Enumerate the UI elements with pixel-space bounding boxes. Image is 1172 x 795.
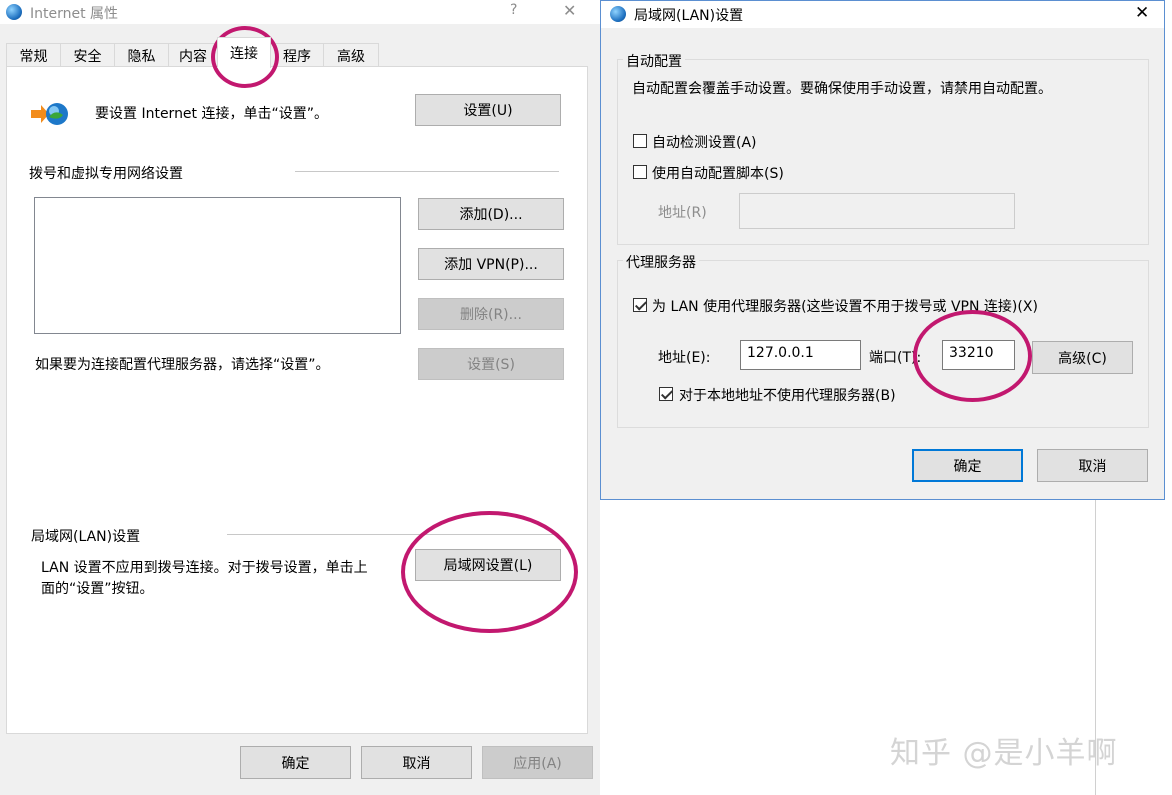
use-proxy-checkbox[interactable] xyxy=(633,298,647,312)
tab-label: 常规 xyxy=(19,48,48,65)
auto-detect-checkbox[interactable] xyxy=(633,134,647,148)
bypass-local-label: 对于本地地址不使用代理服务器(B) xyxy=(679,388,896,404)
add-vpn-button[interactable]: 添加 VPN(P)... xyxy=(418,248,564,280)
tab-programs[interactable]: 程序 xyxy=(270,43,324,67)
tab-label: 程序 xyxy=(283,48,311,65)
script-address-input[interactable] xyxy=(739,193,1015,229)
dialup-section-title: 拨号和虚拟专用网络设置 xyxy=(29,166,183,182)
button-label: 取消 xyxy=(402,755,431,772)
script-address-label: 地址(R) xyxy=(658,205,707,221)
tab-label: 高级 xyxy=(337,48,365,65)
lan-info-line2: 面的“设置”按钮。 xyxy=(41,581,154,597)
internet-properties-dialog: Internet 属性 ? ✕ 常规 安全 隐私 内容 连接 程序 高级 要设置… xyxy=(0,0,600,795)
connections-panel: 要设置 Internet 连接，单击“设置”。 设置(U) 拨号和虚拟专用网络设… xyxy=(6,66,588,734)
button-label: 局域网设置(L) xyxy=(443,558,533,574)
button-label: 设置(U) xyxy=(463,103,513,119)
proxy-address-input[interactable]: 127.0.0.1 xyxy=(740,340,861,370)
button-label: 确定 xyxy=(281,755,310,772)
remove-button[interactable]: 删除(R)... xyxy=(418,298,564,330)
button-label: 添加(D)... xyxy=(459,207,523,223)
use-proxy-label: 为 LAN 使用代理服务器(这些设置不用于拨号或 VPN 连接)(X) xyxy=(652,299,1038,315)
button-label: 取消 xyxy=(1078,458,1107,475)
add-button[interactable]: 添加(D)... xyxy=(418,198,564,230)
cancel-button[interactable]: 取消 xyxy=(361,746,472,779)
tab-label: 隐私 xyxy=(127,48,156,65)
tab-connections[interactable]: 连接 xyxy=(217,37,271,68)
button-label: 添加 VPN(P)... xyxy=(444,257,538,273)
proxy-hint-text: 如果要为连接配置代理服务器，请选择“设置”。 xyxy=(35,357,330,373)
advanced-button[interactable]: 高级(C) xyxy=(1032,341,1133,374)
tab-label: 安全 xyxy=(73,48,102,65)
ie-globe-icon xyxy=(610,6,626,22)
lan-settings-dialog: 局域网(LAN)设置 ✕ 自动配置 自动配置会覆盖手动设置。要确保使用手动设置，… xyxy=(600,0,1165,500)
inet-tab-strip: 常规 安全 隐私 内容 连接 程序 高级 xyxy=(0,37,600,68)
ie-globe-icon xyxy=(6,4,22,20)
use-script-label: 使用自动配置脚本(S) xyxy=(652,166,784,182)
auto-config-group-title: 自动配置 xyxy=(623,51,685,71)
button-label: 确定 xyxy=(953,458,982,475)
close-icon[interactable]: ✕ xyxy=(1135,3,1149,23)
tab-general[interactable]: 常规 xyxy=(6,43,61,67)
connection-settings-button[interactable]: 设置(S) xyxy=(418,348,564,380)
lan-info-line1: LAN 设置不应用到拨号连接。对于拨号设置，单击上 xyxy=(41,560,368,576)
proxy-port-label: 端口(T): xyxy=(869,350,922,366)
auto-config-description: 自动配置会覆盖手动设置。要确保使用手动设置，请禁用自动配置。 xyxy=(632,81,1052,97)
tab-content[interactable]: 内容 xyxy=(168,43,218,67)
ok-button[interactable]: 确定 xyxy=(240,746,351,779)
zhihu-watermark: 知乎 @是小羊啊 xyxy=(890,736,1118,771)
lan-section-title: 局域网(LAN)设置 xyxy=(31,529,141,545)
tab-security[interactable]: 安全 xyxy=(60,43,115,67)
tab-advanced[interactable]: 高级 xyxy=(323,43,379,67)
button-label: 应用(A) xyxy=(513,755,562,772)
bypass-local-checkbox[interactable] xyxy=(659,387,673,401)
proxy-address-label: 地址(E): xyxy=(658,350,711,366)
connections-listbox[interactable] xyxy=(34,197,401,334)
use-script-checkbox[interactable] xyxy=(633,165,647,179)
setup-text: 要设置 Internet 连接，单击“设置”。 xyxy=(95,106,328,122)
section-divider xyxy=(227,534,559,535)
proxy-port-input[interactable]: 33210 xyxy=(942,340,1015,370)
help-icon[interactable]: ? xyxy=(510,2,517,18)
auto-detect-label: 自动检测设置(A) xyxy=(652,135,757,151)
setup-button[interactable]: 设置(U) xyxy=(415,94,561,126)
inet-title: Internet 属性 xyxy=(30,6,119,22)
tab-privacy[interactable]: 隐私 xyxy=(114,43,169,67)
button-label: 高级(C) xyxy=(1058,350,1107,367)
apply-button[interactable]: 应用(A) xyxy=(482,746,593,779)
close-icon[interactable]: ✕ xyxy=(563,1,576,20)
button-label: 设置(S) xyxy=(467,357,515,373)
connect-wizard-icon xyxy=(31,101,71,125)
button-label: 删除(R)... xyxy=(459,307,522,323)
tab-label: 连接 xyxy=(230,46,258,62)
lan-ok-button[interactable]: 确定 xyxy=(912,449,1023,482)
section-divider xyxy=(295,171,559,172)
inet-titlebar[interactable]: Internet 属性 ? ✕ xyxy=(0,0,600,24)
lan-title: 局域网(LAN)设置 xyxy=(634,8,744,24)
lan-cancel-button[interactable]: 取消 xyxy=(1037,449,1148,482)
lan-settings-button[interactable]: 局域网设置(L) xyxy=(415,549,561,581)
tab-label: 内容 xyxy=(179,48,207,65)
lan-titlebar[interactable]: 局域网(LAN)设置 ✕ xyxy=(601,1,1164,28)
proxy-group-title: 代理服务器 xyxy=(623,252,699,272)
